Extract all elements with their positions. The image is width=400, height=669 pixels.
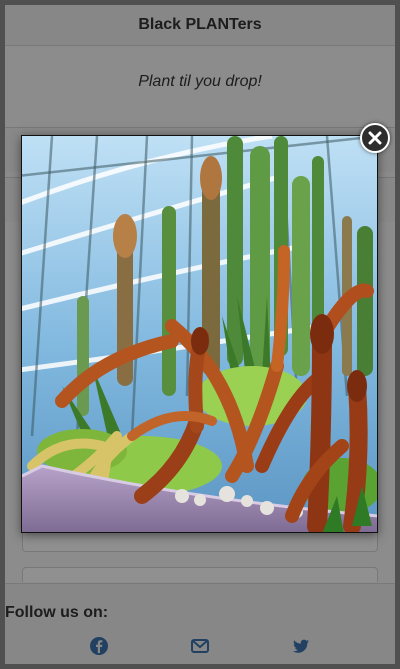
close-icon[interactable]: [360, 123, 390, 153]
image-lightbox: [21, 135, 378, 533]
cactus-photo: [22, 136, 377, 532]
